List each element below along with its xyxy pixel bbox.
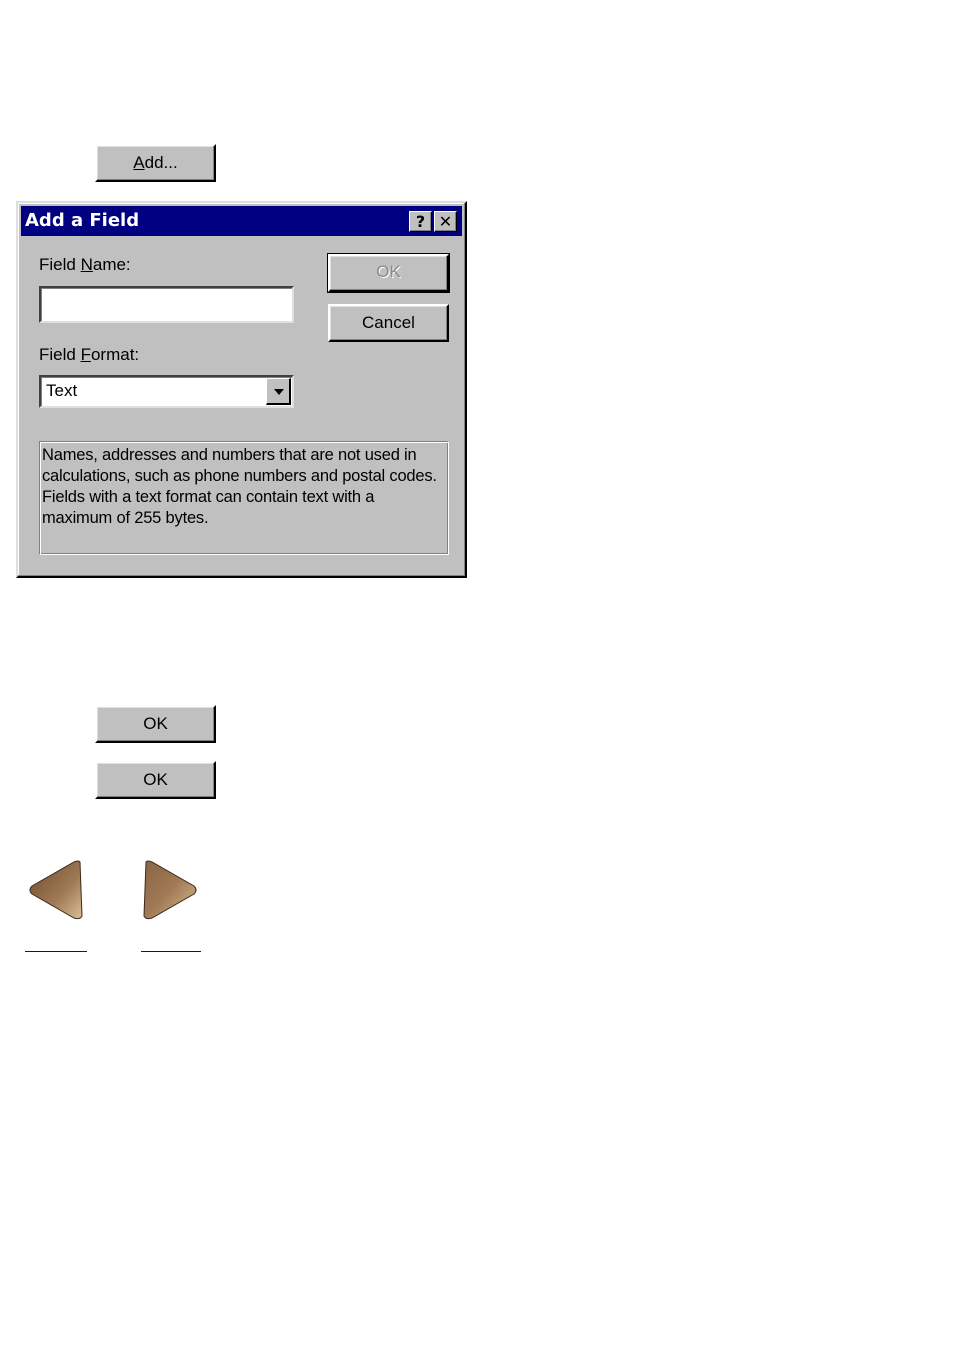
left-arrow-icon[interactable] [26,858,86,922]
cancel-button-label: Cancel [362,313,415,332]
field-format-label-rest: ormat: [90,345,140,364]
chevron-down-icon[interactable] [266,378,291,405]
ok-button-1-label: OK [143,714,168,733]
add-button-access-key: A [133,153,145,172]
field-name-access-key: N [80,255,93,274]
field-name-label-rest: ame: [92,255,131,274]
help-button[interactable]: ? [409,211,432,232]
field-format-access-key: F [80,345,91,364]
ok-button-1[interactable]: OK [95,705,216,743]
dialog-titlebar[interactable]: Add a Field ? ✕ [21,206,462,236]
help-icon: ? [415,212,426,231]
field-name-input[interactable] [39,286,294,323]
close-icon: ✕ [438,212,453,231]
field-format-label-prefix: Field [39,345,81,364]
field-name-label-prefix: Field [39,255,81,274]
field-name-label: Field Name: [39,255,131,275]
description-line: Fields with a text format can contain te… [42,488,375,527]
add-field-dialog: Add a Field ? ✕ Field Name: Field Format… [16,201,467,578]
ok-button-label: OK [376,262,401,281]
add-button-label: dd... [144,153,178,172]
ok-button-2[interactable]: OK [95,761,216,799]
next-page-link[interactable] [141,951,201,952]
right-arrow-icon[interactable] [140,858,200,922]
ok-button-2-label: OK [143,770,168,789]
add-button[interactable]: Add... [95,144,216,182]
format-description: Names, addresses and numbers that are no… [39,441,449,555]
dialog-title: Add a Field [25,210,140,231]
close-button[interactable]: ✕ [434,211,457,232]
ok-button[interactable]: OK [327,253,450,293]
description-line: Names, addresses and numbers that are no… [42,446,437,485]
field-format-value: Text [46,381,78,400]
cancel-button[interactable]: Cancel [328,304,449,342]
previous-page-link[interactable] [25,951,87,952]
field-format-select[interactable]: Text [39,375,294,408]
field-format-label: Field Format: [39,345,139,365]
